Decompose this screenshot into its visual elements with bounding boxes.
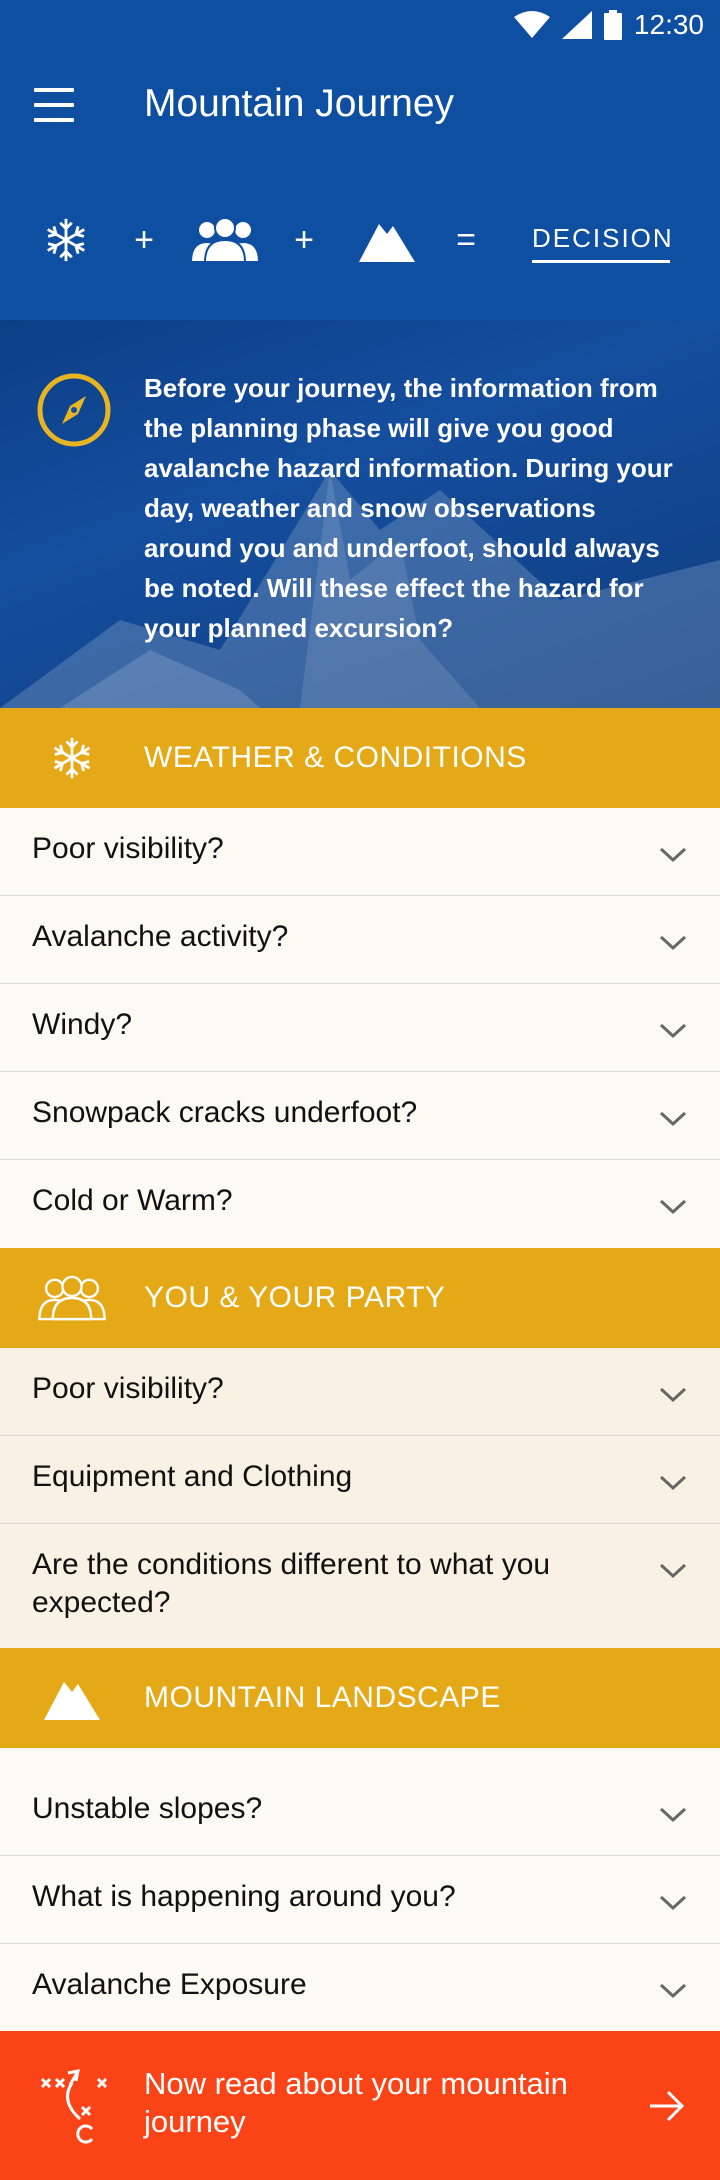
- app-bar: 12:30 Mountain Journey + + = DECISION: [0, 0, 720, 320]
- section-title: MOUNTAIN LANDSCAPE: [144, 1681, 501, 1714]
- list-item[interactable]: Cold or Warm?: [0, 1160, 720, 1247]
- people-icon: [30, 1270, 114, 1326]
- list-item-label: What is happening around you?: [32, 1880, 456, 1913]
- battery-icon: [603, 10, 622, 40]
- plus-sign: +: [294, 220, 314, 259]
- list-item[interactable]: Equipment and Clothing: [0, 1436, 720, 1524]
- people-icon[interactable]: [184, 200, 266, 280]
- list-item[interactable]: Avalanche activity?: [0, 896, 720, 984]
- wifi-icon: [513, 11, 550, 38]
- chevron-down-icon: [659, 1563, 687, 1579]
- cta-label: Now read about your mountain journey: [144, 2066, 568, 2139]
- status-bar: 12:30: [513, 9, 704, 40]
- chevron-down-icon: [659, 1199, 687, 1215]
- chevron-down-icon: [659, 1807, 687, 1823]
- status-time: 12:30: [633, 9, 704, 40]
- chevron-down-icon: [659, 1475, 687, 1491]
- list-item[interactable]: Poor visibility?: [0, 808, 720, 896]
- list-item[interactable]: Avalanche Exposure: [0, 1944, 720, 2031]
- mountain-icon: [30, 1670, 114, 1726]
- list-item[interactable]: Are the conditions different to what you…: [0, 1524, 720, 1648]
- equals-sign: =: [456, 220, 476, 259]
- list-item-label: Poor visibility?: [32, 832, 224, 865]
- section-title: YOU & YOUR PARTY: [144, 1281, 446, 1314]
- chevron-down-icon: [659, 1387, 687, 1403]
- chevron-down-icon: [659, 1895, 687, 1911]
- snowflake-icon[interactable]: [34, 200, 98, 280]
- list-item-label: Equipment and Clothing: [32, 1460, 353, 1493]
- chevron-down-icon: [659, 1111, 687, 1127]
- section-header-party: YOU & YOUR PARTY: [0, 1248, 720, 1348]
- list-item-label: Unstable slopes?: [32, 1792, 263, 1825]
- list-item[interactable]: Windy?: [0, 984, 720, 1072]
- hamburger-menu-icon[interactable]: [34, 88, 74, 122]
- list-item[interactable]: Unstable slopes?: [0, 1748, 720, 1856]
- signal-icon: [561, 11, 592, 39]
- list-item[interactable]: Snowpack cracks underfoot?: [0, 1072, 720, 1160]
- page-title: Mountain Journey: [144, 82, 455, 125]
- decision-tab[interactable]: DECISION: [532, 220, 672, 263]
- arrow-right-icon: [650, 2090, 685, 2122]
- list-item-label: Cold or Warm?: [32, 1184, 233, 1217]
- intro-text: Before your journey, the information fro…: [144, 373, 673, 643]
- compass-icon: [37, 373, 111, 447]
- plus-sign: +: [134, 220, 154, 259]
- chevron-down-icon: [659, 1983, 687, 1999]
- intro-panel: Before your journey, the information fro…: [0, 320, 720, 708]
- list-item[interactable]: Poor visibility?: [0, 1348, 720, 1436]
- list-item-label: Snowpack cracks underfoot?: [32, 1096, 418, 1129]
- section-header-landscape: MOUNTAIN LANDSCAPE: [0, 1648, 720, 1748]
- list-item-label: Avalanche Exposure: [32, 1968, 307, 2001]
- chevron-down-icon: [659, 847, 687, 863]
- read-journey-button[interactable]: Now read about your mountain journey: [0, 2031, 720, 2180]
- section-header-weather: WEATHER & CONDITIONS: [0, 708, 720, 808]
- chevron-down-icon: [659, 935, 687, 951]
- list-item[interactable]: What is happening around you?: [0, 1856, 720, 1944]
- section-title: WEATHER & CONDITIONS: [144, 741, 527, 774]
- mountain-icon[interactable]: [354, 200, 420, 280]
- snowflake-icon: [30, 730, 114, 786]
- chevron-down-icon: [659, 1023, 687, 1039]
- list-item-label: Poor visibility?: [32, 1372, 224, 1405]
- list-item-label: Avalanche activity?: [32, 920, 289, 953]
- strategy-play-icon: [40, 2069, 108, 2144]
- list-item-label: Are the conditions different to what you…: [32, 1548, 551, 1619]
- list-item-label: Windy?: [32, 1008, 133, 1041]
